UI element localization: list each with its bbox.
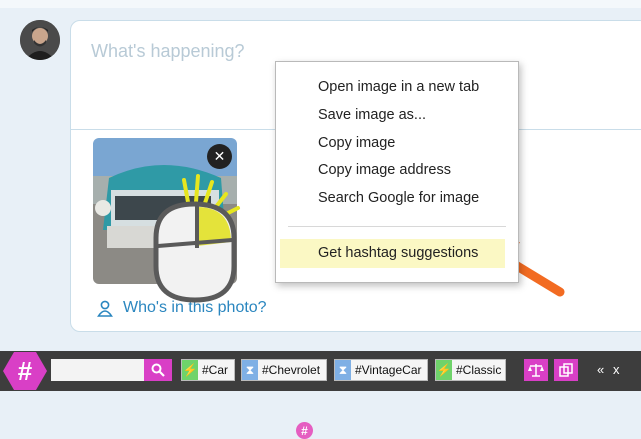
search-icon (151, 363, 165, 377)
close-toolbar-button[interactable]: x (613, 362, 620, 377)
hashtag-chip-vintagecar[interactable]: ⧗ #VintageCar (334, 359, 428, 381)
hashtag-logo-icon[interactable]: # (3, 351, 47, 391)
lightning-icon: ⚡ (182, 360, 198, 380)
compose-placeholder: What's happening? (91, 41, 245, 61)
hourglass-icon: ⧗ (335, 360, 351, 380)
copy-hashtags-button[interactable] (554, 359, 578, 381)
hashtag-search-input[interactable] (51, 359, 144, 381)
hashtag-toolbar: # ⚡ #Car ⧗ #Chevrolet ⧗ #VintageCar ⚡ #C… (0, 351, 641, 391)
menu-get-hashtag-suggestions[interactable]: # Get hashtag suggestions (280, 239, 505, 439)
remove-image-button[interactable]: ✕ (207, 144, 232, 169)
person-icon (97, 300, 113, 317)
hashtag-chip-car[interactable]: ⚡ #Car (181, 359, 235, 381)
hashtag-chip-chevrolet[interactable]: ⧗ #Chevrolet (241, 359, 327, 381)
context-menu: Open image in a new tab Save image as...… (275, 61, 519, 439)
hashtag-chip-label: #Car (202, 363, 229, 377)
search-button[interactable] (144, 359, 172, 381)
mouse-icon (153, 174, 240, 303)
hashtag-chip-label: #Classic (456, 363, 502, 377)
menu-copy-image-address[interactable]: Copy image address (318, 162, 451, 178)
menu-hashtag-label: Get hashtag suggestions (318, 245, 479, 261)
hashtag-chip-label: #VintageCar (355, 363, 422, 377)
menu-divider (288, 226, 506, 227)
hashtag-chip-label: #Chevrolet (262, 363, 321, 377)
menu-copy-image[interactable]: Copy image (318, 135, 395, 151)
copy-icon (559, 363, 573, 377)
avatar[interactable] (20, 20, 60, 60)
svg-text:#: # (18, 356, 33, 386)
compare-button[interactable] (524, 359, 548, 381)
lightning-icon: ⚡ (436, 360, 452, 380)
hashtag-icon: # (296, 422, 313, 439)
collapse-toolbar-button[interactable]: « (597, 362, 604, 377)
top-bar (0, 0, 641, 8)
hourglass-icon: ⧗ (242, 360, 258, 380)
menu-save-image[interactable]: Save image as... (318, 107, 426, 123)
menu-open-image-new-tab[interactable]: Open image in a new tab (318, 79, 479, 95)
hashtag-chip-classic[interactable]: ⚡ #Classic (435, 359, 506, 381)
menu-search-google-image[interactable]: Search Google for image (318, 190, 479, 206)
balance-scale-icon (528, 364, 544, 377)
